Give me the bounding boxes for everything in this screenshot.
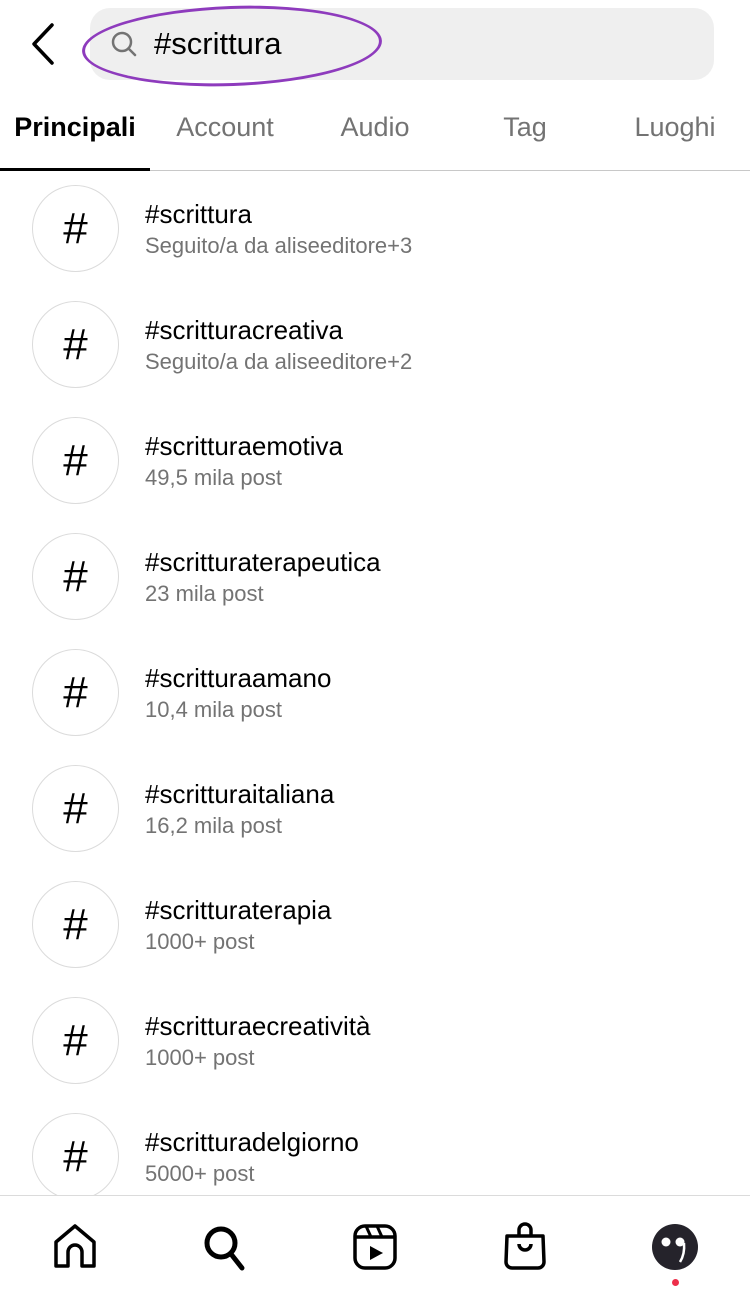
hashtag-title: #scrittura [145, 199, 252, 229]
hashtag-icon: # [32, 765, 119, 852]
shop-icon[interactable] [500, 1222, 550, 1272]
reels-icon[interactable] [350, 1222, 400, 1272]
hashtag-title: #scritturaamano [145, 663, 332, 693]
list-item[interactable]: # #scritturaitaliana 16,2 mila post [0, 751, 750, 867]
list-item[interactable]: # #scrittura Seguito/a da aliseeditore+3 [0, 171, 750, 287]
tab-tag[interactable]: Tag [450, 112, 600, 143]
hashtag-icon: # [32, 1113, 119, 1195]
list-item[interactable]: # #scritturaemotiva 49,5 mila post [0, 403, 750, 519]
hashtag-icon: # [32, 881, 119, 968]
hashtag-icon: # [32, 997, 119, 1084]
hashtag-icon: # [32, 185, 119, 272]
notification-dot [672, 1279, 679, 1286]
list-item[interactable]: # #scritturaecreatività 1000+ post [0, 983, 750, 1099]
hashtag-icon: # [32, 533, 119, 620]
tab-account[interactable]: Account [150, 112, 300, 143]
hashtag-subtitle: Seguito/a da aliseeditore+3 [145, 233, 413, 258]
hashtag-title: #scritturaemotiva [145, 431, 343, 461]
hashtag-title: #scritturacreativa [145, 315, 343, 345]
tab-audio[interactable]: Audio [300, 112, 450, 143]
list-item[interactable]: # #scritturaterapeutica 23 mila post [0, 519, 750, 635]
search-nav-icon[interactable] [200, 1222, 250, 1272]
home-icon[interactable] [50, 1222, 100, 1272]
back-arrow-icon[interactable] [28, 22, 58, 66]
hashtag-subtitle: 1000+ post [145, 929, 255, 954]
profile-avatar[interactable] [650, 1222, 700, 1272]
hashtag-subtitle: 10,4 mila post [145, 697, 282, 722]
hashtag-title: #scritturaecreatività [145, 1011, 371, 1041]
hashtag-title: #scritturaterapia [145, 895, 332, 925]
list-item[interactable]: # #scritturaamano 10,4 mila post [0, 635, 750, 751]
tab-luoghi[interactable]: Luoghi [600, 112, 750, 143]
results-list: # #scrittura Seguito/a da aliseeditore+3… [0, 171, 750, 1195]
list-item[interactable]: # #scritturadelgiorno 5000+ post [0, 1099, 750, 1195]
hashtag-icon: # [32, 649, 119, 736]
hashtag-title: #scritturaitaliana [145, 779, 335, 809]
hashtag-title: #scritturaterapeutica [145, 547, 381, 577]
hashtag-icon: # [32, 301, 119, 388]
hashtag-subtitle: 23 mila post [145, 581, 264, 606]
hashtag-subtitle: 1000+ post [145, 1045, 255, 1070]
hashtag-title: #scritturadelgiorno [145, 1127, 359, 1157]
hashtag-subtitle: 5000+ post [145, 1161, 255, 1186]
list-item[interactable]: # #scritturaterapia 1000+ post [0, 867, 750, 983]
tab-principali[interactable]: Principali [0, 112, 150, 143]
hashtag-subtitle: 16,2 mila post [145, 813, 282, 838]
bottom-nav [0, 1195, 750, 1294]
hashtag-subtitle: 49,5 mila post [145, 465, 282, 490]
hashtag-subtitle: Seguito/a da aliseeditore+2 [145, 349, 413, 374]
hashtag-icon: # [32, 417, 119, 504]
list-item[interactable]: # #scritturacreativa Seguito/a da alisee… [0, 287, 750, 403]
